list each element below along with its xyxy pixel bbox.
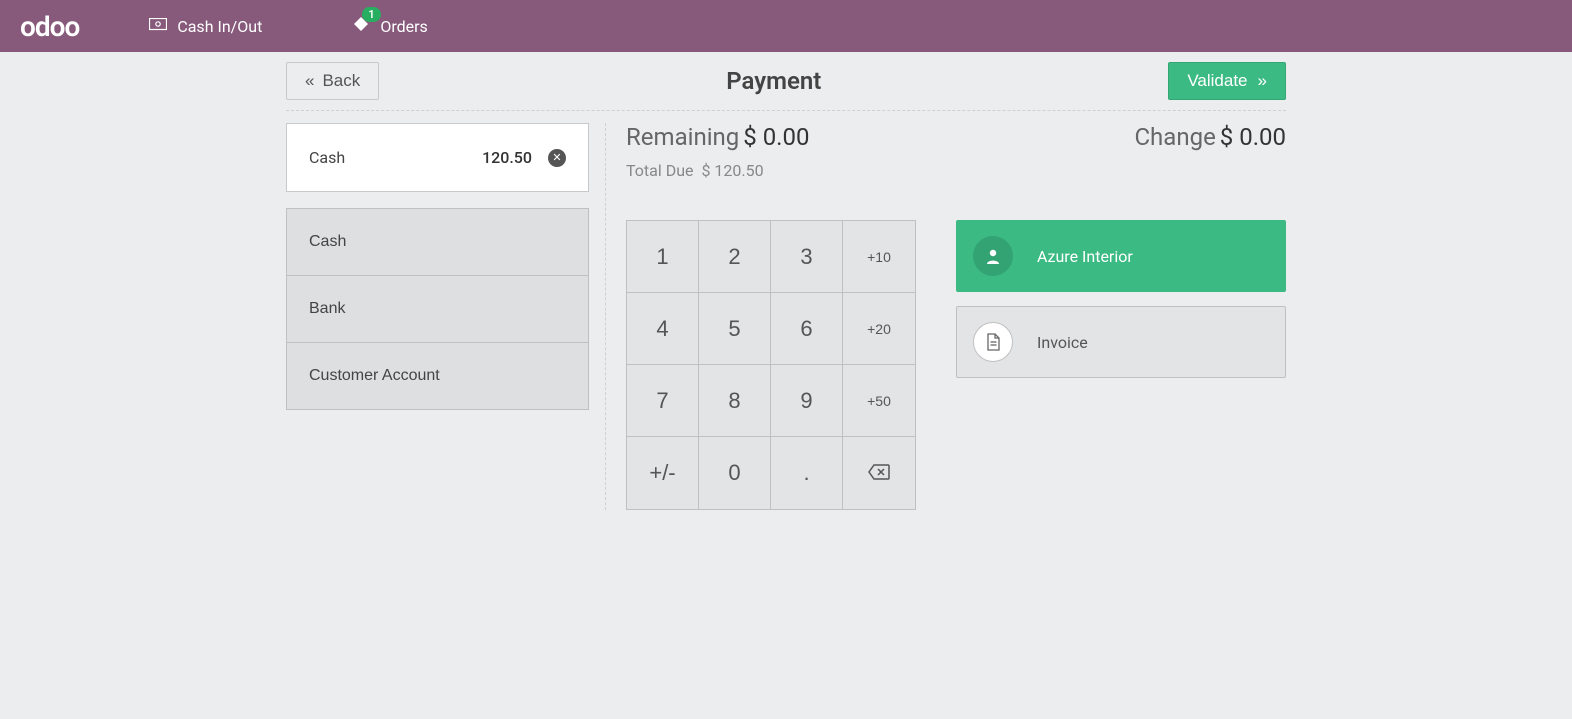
numpad-0[interactable]: 0 <box>699 437 771 509</box>
total-due-label: Total Due <box>626 161 694 180</box>
payment-line[interactable]: Cash 120.50 ✕ <box>286 123 589 192</box>
validate-label: Validate <box>1187 71 1247 91</box>
customer-button[interactable]: Azure Interior <box>956 220 1286 292</box>
chevron-right-icon: » <box>1258 71 1267 91</box>
page-header: « Back Payment Validate » <box>286 60 1286 111</box>
cash-icon <box>149 17 167 36</box>
chevron-left-icon: « <box>305 71 314 91</box>
page-title: Payment <box>726 67 821 95</box>
numpad-9[interactable]: 9 <box>771 365 843 437</box>
numpad-7[interactable]: 7 <box>627 365 699 437</box>
numpad-5[interactable]: 5 <box>699 293 771 365</box>
numpad-8[interactable]: 8 <box>699 365 771 437</box>
numpad-3[interactable]: 3 <box>771 221 843 293</box>
invoice-label: Invoice <box>1037 333 1088 352</box>
change-value: $ 0.00 <box>1220 123 1286 151</box>
logo: odoo <box>20 10 79 43</box>
nav-orders[interactable]: 1 Orders <box>352 15 427 37</box>
numpad-plus50[interactable]: +50 <box>843 365 915 437</box>
remaining-value: $ 0.00 <box>743 123 809 151</box>
method-cash-button[interactable]: Cash <box>287 209 588 275</box>
payment-line-method: Cash <box>309 148 345 167</box>
nav-cash-label: Cash In/Out <box>177 17 262 36</box>
document-icon <box>973 322 1013 362</box>
numpad-sign[interactable]: +/- <box>627 437 699 509</box>
payment-line-amount: 120.50 <box>482 148 532 167</box>
clear-icon[interactable]: ✕ <box>548 149 566 167</box>
user-icon <box>973 236 1013 276</box>
method-customer-account-button[interactable]: Customer Account <box>287 342 588 409</box>
remaining-label: Remaining <box>626 123 739 151</box>
numpad-1[interactable]: 1 <box>627 221 699 293</box>
payment-methods: Cash Bank Customer Account <box>286 208 589 410</box>
numpad-plus10[interactable]: +10 <box>843 221 915 293</box>
ticket-icon: 1 <box>352 15 370 37</box>
method-bank-button[interactable]: Bank <box>287 275 588 342</box>
backspace-icon <box>868 460 890 486</box>
numpad-4[interactable]: 4 <box>627 293 699 365</box>
nav-orders-label: Orders <box>380 17 427 36</box>
numpad: 1 2 3 +10 4 5 6 +20 7 8 9 +50 +/- 0 . <box>626 220 916 510</box>
total-due-value: $ 120.50 <box>701 161 763 180</box>
top-nav: odoo Cash In/Out 1 Orders <box>0 0 1572 52</box>
back-label: Back <box>322 71 360 91</box>
payment-summary: Remaining $ 0.00 Total Due $ 120.50 Chan… <box>626 123 1286 180</box>
validate-button[interactable]: Validate » <box>1168 62 1286 100</box>
invoice-button[interactable]: Invoice <box>956 306 1286 378</box>
numpad-plus20[interactable]: +20 <box>843 293 915 365</box>
customer-label: Azure Interior <box>1037 247 1133 266</box>
back-button[interactable]: « Back <box>286 62 379 100</box>
numpad-2[interactable]: 2 <box>699 221 771 293</box>
numpad-dot[interactable]: . <box>771 437 843 509</box>
nav-cash-in-out[interactable]: Cash In/Out <box>149 17 262 36</box>
numpad-6[interactable]: 6 <box>771 293 843 365</box>
orders-badge: 1 <box>362 7 380 22</box>
numpad-backspace[interactable] <box>843 437 915 509</box>
change-label: Change <box>1134 123 1215 151</box>
